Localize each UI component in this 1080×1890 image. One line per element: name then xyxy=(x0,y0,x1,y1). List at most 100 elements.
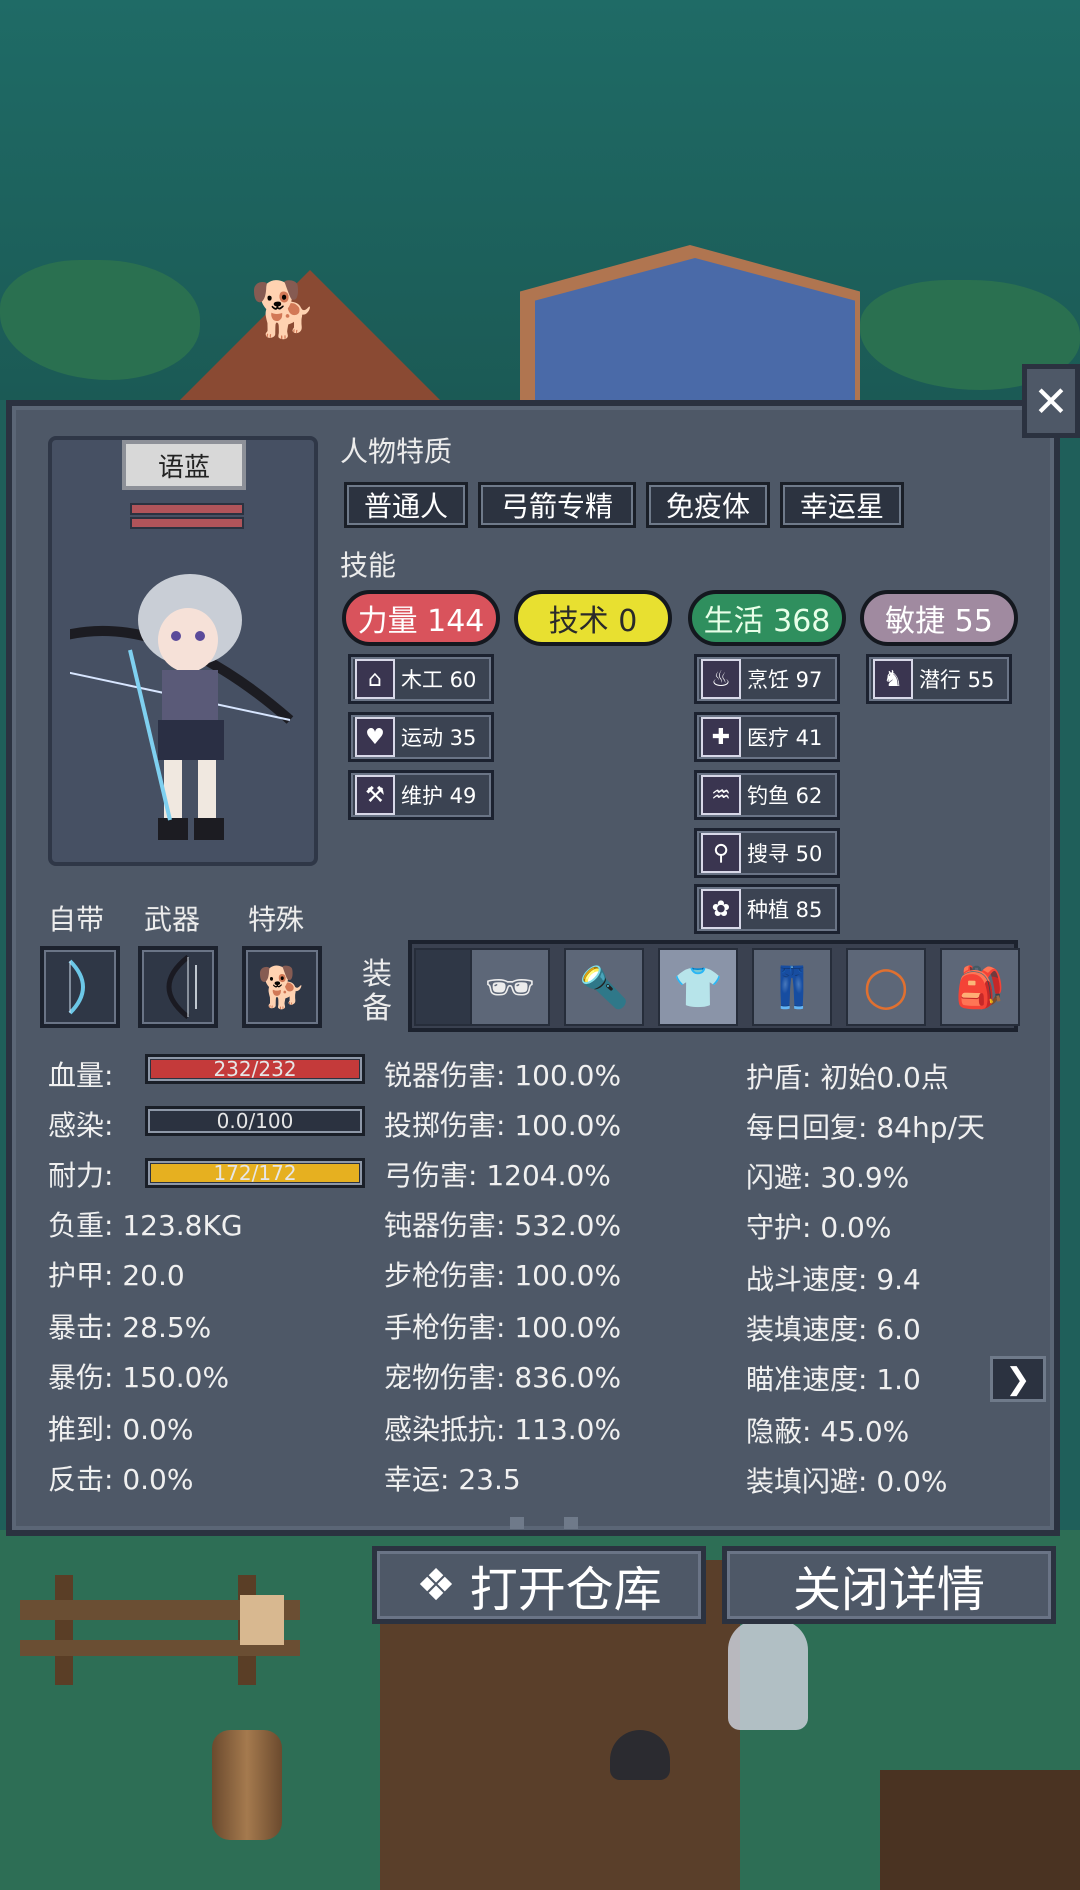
boxes-icon: ❖ xyxy=(416,1559,456,1611)
stat-knockdown: 推到: 0.0% xyxy=(48,1413,194,1446)
skill-label: 潜行 55 xyxy=(919,668,995,692)
bow-icon xyxy=(68,959,85,1015)
trait-tag[interactable]: 幸运星 xyxy=(780,482,904,528)
skill-exercise[interactable]: ♥ 运动 35 xyxy=(348,712,494,762)
stat-blunt-damage: 钝器伤害: 532.0% xyxy=(384,1209,622,1242)
skill-searching[interactable]: ⚲ 搜寻 50 xyxy=(694,828,840,878)
sneak-icon: ♞ xyxy=(873,659,913,699)
special-slot[interactable]: 🐕 xyxy=(242,946,322,1028)
skills-title: 技能 xyxy=(340,549,397,582)
page-dot xyxy=(510,1517,524,1529)
stat-throw-damage: 投掷伤害: 100.0% xyxy=(384,1109,622,1142)
attribute-life[interactable]: 生活 368 xyxy=(688,590,846,646)
trait-tag[interactable]: 免疫体 xyxy=(646,482,770,528)
pants-icon[interactable]: 👖 xyxy=(752,948,832,1026)
house-icon: ⌂ xyxy=(355,659,395,699)
builtin-slot[interactable] xyxy=(40,946,120,1028)
stat-pistol-damage: 手枪伤害: 100.0% xyxy=(384,1311,622,1344)
heart-icon: ♥ xyxy=(355,717,395,757)
stat-armor: 护甲: 20.0 xyxy=(48,1259,185,1292)
stat-counter: 反击: 0.0% xyxy=(48,1463,194,1496)
player-character-sprite[interactable] xyxy=(728,1620,808,1730)
slot-label-special: 特殊 xyxy=(248,903,305,936)
infection-value: 0.0/100 xyxy=(216,1109,294,1133)
close-icon[interactable]: ✕ xyxy=(1022,364,1080,438)
corgi-pet-icon: 🐕 xyxy=(257,964,307,1011)
flashlight-icon[interactable]: 🔦 xyxy=(564,948,644,1026)
close-details-button[interactable]: 关闭详情 xyxy=(722,1546,1056,1624)
vest-icon[interactable]: 👕 xyxy=(658,948,738,1026)
skill-label: 医疗 41 xyxy=(747,726,823,750)
stat-reload-dodge: 装填闪避: 0.0% xyxy=(746,1465,948,1498)
stat-combat-speed: 战斗速度: 9.4 xyxy=(746,1263,921,1296)
cooking-pot-icon: ♨ xyxy=(701,659,741,699)
page-dot xyxy=(564,1517,578,1529)
fence-post xyxy=(55,1575,73,1685)
stat-guard: 守护: 0.0% xyxy=(746,1211,892,1244)
skill-sneak[interactable]: ♞ 潜行 55 xyxy=(866,654,1012,704)
skill-label: 烹饪 97 xyxy=(747,668,823,692)
note-paper xyxy=(240,1595,284,1645)
magnifier-icon: ⚲ xyxy=(701,833,741,873)
weapon-slot[interactable] xyxy=(138,946,218,1028)
traits-title: 人物特质 xyxy=(340,435,453,468)
skill-medical[interactable]: ✚ 医疗 41 xyxy=(694,712,840,762)
stamina-bar: 172/172 xyxy=(145,1158,365,1188)
open-storage-label: 打开仓库 xyxy=(469,1562,662,1618)
attribute-technique[interactable]: 技术 0 xyxy=(514,590,672,646)
character-portrait xyxy=(70,574,294,840)
trait-tag[interactable]: 弓箭专精 xyxy=(478,482,636,528)
stat-luck: 幸运: 23.5 xyxy=(384,1463,521,1496)
stat-daily-regen: 每日回复: 84hp/天 xyxy=(746,1111,985,1144)
infection-bar: 0.0/100 xyxy=(145,1106,365,1136)
medkit-icon: ✚ xyxy=(701,717,741,757)
stat-concealment: 隐蔽: 45.0% xyxy=(746,1415,910,1448)
backpack-icon[interactable]: 🎒 xyxy=(940,948,1020,1026)
skill-planting[interactable]: ✿ 种植 85 xyxy=(694,884,840,934)
longbow-icon xyxy=(166,955,197,1019)
stat-crit-damage: 暴伤: 150.0% xyxy=(48,1361,230,1394)
sunglasses-icon[interactable]: 🕶 xyxy=(470,948,550,1026)
fishing-icon: ♒ xyxy=(701,775,741,815)
slot-label-builtin: 自带 xyxy=(48,903,105,936)
stat-load: 负重: 123.8KG xyxy=(48,1209,243,1242)
skill-carpentry[interactable]: ⌂ 木工 60 xyxy=(348,654,494,704)
portrait-hp-line xyxy=(130,503,244,515)
skill-label: 维护 49 xyxy=(401,784,477,808)
skill-maintenance[interactable]: ⚒ 维护 49 xyxy=(348,770,494,820)
corgi-dog-sprite: 🐕 xyxy=(250,278,318,341)
infection-label: 感染: xyxy=(48,1109,114,1142)
stat-aim-speed: 瞄准速度: 1.0 xyxy=(746,1363,921,1396)
skill-label: 木工 60 xyxy=(401,668,477,692)
stat-infection-resist: 感染抵抗: 113.0% xyxy=(384,1413,622,1446)
portrait-stamina-line xyxy=(130,517,244,529)
trait-tag[interactable]: 普通人 xyxy=(344,482,468,528)
stat-shield: 护盾: 初始0.0点 xyxy=(746,1061,949,1094)
stamina-value: 172/172 xyxy=(213,1161,297,1185)
skill-label: 搜寻 50 xyxy=(747,842,823,866)
open-storage-button[interactable]: ❖ 打开仓库 xyxy=(372,1546,706,1624)
slot-label-weapon: 武器 xyxy=(144,903,201,936)
skill-fishing[interactable]: ♒ 钓鱼 62 xyxy=(694,770,840,820)
ring-icon[interactable]: ◯ xyxy=(846,948,926,1026)
dirt-patch xyxy=(880,1770,1080,1890)
next-page-arrow-icon[interactable]: ❯ xyxy=(990,1356,1046,1402)
skill-label: 钓鱼 62 xyxy=(747,784,823,808)
stat-crit: 暴击: 28.5% xyxy=(48,1311,212,1344)
close-details-label: 关闭详情 xyxy=(792,1562,985,1618)
attribute-agility[interactable]: 敏捷 55 xyxy=(860,590,1018,646)
stat-rifle-damage: 步枪伤害: 100.0% xyxy=(384,1259,622,1292)
skill-label: 种植 85 xyxy=(747,898,823,922)
stamina-label: 耐力: xyxy=(48,1159,114,1192)
stat-bow-damage: 弓伤害: 1204.0% xyxy=(384,1159,611,1192)
attribute-strength[interactable]: 力量 144 xyxy=(342,590,500,646)
barrel xyxy=(212,1730,282,1840)
character-name: 语蓝 xyxy=(122,440,246,490)
stat-reload-speed: 装填速度: 6.0 xyxy=(746,1313,921,1346)
equipment-label: 装备 xyxy=(362,957,392,1026)
stat-sharp-damage: 锐器伤害: 100.0% xyxy=(384,1059,622,1092)
skill-cooking[interactable]: ♨ 烹饪 97 xyxy=(694,654,840,704)
page-indicator xyxy=(510,1514,618,1533)
skill-label: 运动 35 xyxy=(401,726,477,750)
stat-pet-damage: 宠物伤害: 836.0% xyxy=(384,1361,622,1394)
